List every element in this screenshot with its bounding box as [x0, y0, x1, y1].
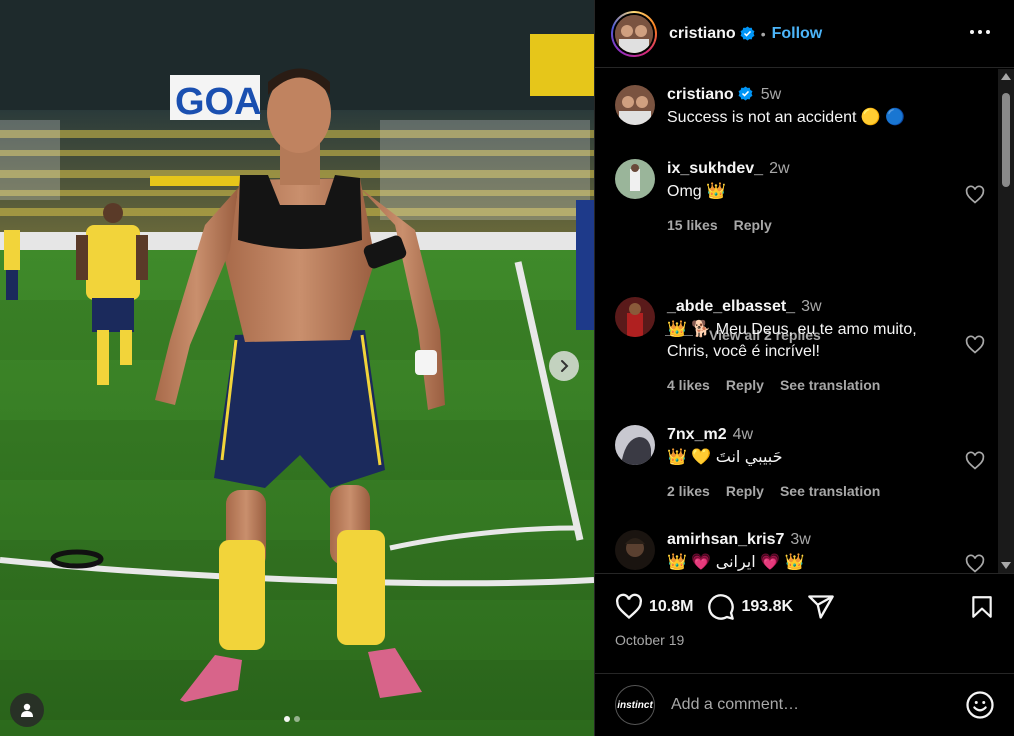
avatar[interactable]: [615, 425, 655, 465]
post-photo: GOA: [0, 0, 594, 736]
caption-author[interactable]: cristiano: [667, 86, 734, 103]
comment-likes[interactable]: 4 likes: [667, 377, 710, 393]
comment-author[interactable]: _abde_elbasset_: [667, 298, 795, 315]
current-user-avatar: instinct: [615, 685, 655, 725]
comment-time[interactable]: 3w: [801, 298, 821, 315]
share-button[interactable]: [807, 593, 835, 621]
comment-icon: [708, 594, 735, 620]
comment-text: 👑 💛 حَبيبي انتَ: [667, 449, 783, 466]
user-tags-button[interactable]: [10, 693, 44, 727]
verified-badge-icon: [738, 86, 753, 101]
follow-button[interactable]: Follow: [772, 25, 823, 43]
comment-item: amirhsan_kris7 3w 👑 💗 ایرانی 💗 👑: [615, 530, 985, 573]
share-icon: [808, 595, 834, 619]
heart-icon[interactable]: [965, 335, 985, 355]
see-translation-button[interactable]: See translation: [780, 483, 880, 499]
avatar[interactable]: [615, 530, 655, 570]
see-translation-button[interactable]: See translation: [780, 377, 880, 393]
chevron-right-icon: [561, 360, 569, 372]
caption-time[interactable]: 5w: [761, 86, 781, 103]
heart-icon[interactable]: [965, 554, 985, 573]
post-actions: 10.8M 193.8K October 19: [595, 573, 1014, 673]
scrollbar-thumb[interactable]: [1002, 93, 1010, 187]
author-avatar-story-ring[interactable]: [611, 10, 657, 57]
heart-icon: [616, 593, 642, 620]
comment-item: ix_sukhdev_ 2w Omg 👑 15 likes Reply: [615, 159, 985, 233]
avatar[interactable]: [615, 85, 655, 125]
verified-badge-icon: [740, 26, 755, 41]
heart-icon[interactable]: [965, 185, 985, 205]
comments-count[interactable]: 193.8K: [741, 598, 793, 616]
comment-item: _abde_elbasset_ 3w 👑 🐕 Meu Deus, eu te am…: [615, 297, 985, 393]
comment-likes[interactable]: 2 likes: [667, 483, 710, 499]
reply-button[interactable]: Reply: [734, 217, 772, 233]
comments-scrollbar[interactable]: [998, 69, 1014, 573]
like-button[interactable]: 10.8M: [615, 593, 693, 621]
carousel-indicator: [284, 716, 300, 722]
comment-button[interactable]: 193.8K: [707, 593, 793, 621]
user-tag-icon: [21, 703, 33, 717]
avatar: [613, 12, 655, 55]
more-horizontal-icon[interactable]: [968, 20, 992, 44]
save-button[interactable]: [969, 594, 995, 625]
header-separator: •: [760, 25, 766, 42]
author-username[interactable]: cristiano: [669, 25, 736, 43]
reply-button[interactable]: Reply: [726, 483, 764, 499]
comment-author[interactable]: 7nx_m2: [667, 426, 727, 443]
carousel-next-button[interactable]: [549, 351, 579, 381]
comment-item: 7nx_m2 4w 👑 💛 حَبيبي انتَ 2 likes Reply S…: [615, 425, 985, 499]
comment-time[interactable]: 4w: [733, 426, 753, 443]
comment-input[interactable]: [671, 696, 965, 714]
scroll-down-icon[interactable]: [1001, 562, 1011, 569]
goa-banner-text: GOA: [175, 81, 262, 123]
comment-text: Omg 👑: [667, 183, 727, 200]
likes-count[interactable]: 10.8M: [649, 598, 693, 616]
comment-likes[interactable]: 15 likes: [667, 217, 718, 233]
comment-text: 👑 🐕 Meu Deus, eu te amo muito, Chris, vo…: [667, 321, 917, 360]
post-date[interactable]: October 19: [615, 632, 684, 648]
reply-button[interactable]: Reply: [726, 377, 764, 393]
carousel-dot-active: [284, 716, 290, 722]
scroll-up-icon[interactable]: [1001, 73, 1011, 80]
post-media[interactable]: GOA: [0, 0, 594, 736]
caption-text: Success is not an accident 🟡 🔵: [667, 109, 906, 126]
comment-time[interactable]: 3w: [790, 531, 810, 548]
avatar[interactable]: [615, 297, 655, 337]
comment-time[interactable]: 2w: [769, 160, 789, 177]
avatar[interactable]: [615, 159, 655, 199]
bookmark-icon: [972, 596, 992, 618]
comment-composer: instinct: [595, 673, 1014, 736]
comments-list[interactable]: cristiano 5w Success is not an accident …: [595, 69, 999, 573]
comment-text: 👑 💗 ایرانی 💗 👑: [667, 554, 805, 571]
carousel-dot: [294, 716, 300, 722]
caption: cristiano 5w Success is not an accident …: [615, 85, 985, 129]
post-header: cristiano • Follow: [595, 0, 1014, 68]
comment-author[interactable]: amirhsan_kris7: [667, 531, 784, 548]
post-side-panel: cristiano • Follow cristiano 5w Success …: [594, 0, 1014, 736]
heart-icon[interactable]: [965, 451, 985, 471]
comment-author[interactable]: ix_sukhdev_: [667, 160, 763, 177]
emoji-icon[interactable]: [965, 690, 995, 720]
